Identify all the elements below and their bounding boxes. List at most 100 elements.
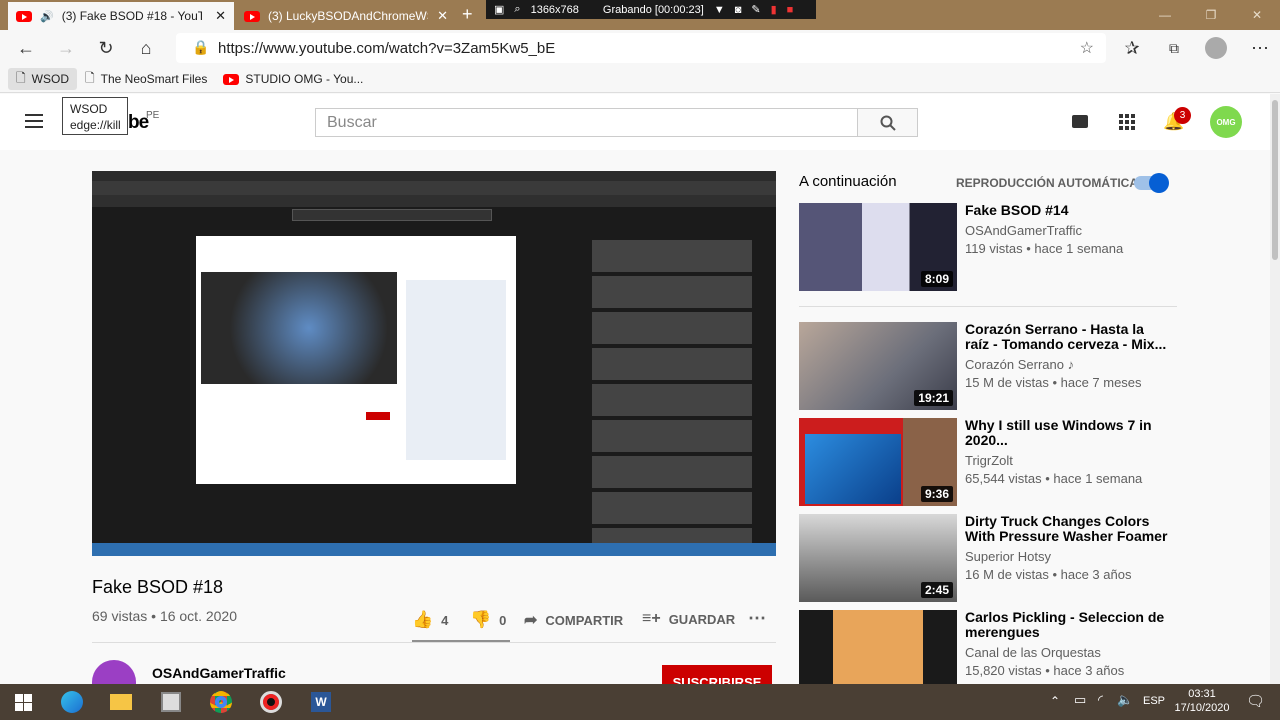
search-placeholder: Buscar	[327, 114, 377, 131]
video-thumbnail[interactable]: 9:36	[799, 418, 957, 506]
bookmark-neosmart[interactable]: 🗋 The NeoSmart Files	[77, 68, 215, 90]
zoom-icon[interactable]: ⌕	[514, 3, 520, 16]
new-tab-icon[interactable]: +	[462, 4, 473, 25]
tooltip: WSOD edge://kill	[62, 97, 128, 135]
bookmark-studio-omg[interactable]: STUDIO OMG - You...	[215, 68, 371, 90]
apps-grid-icon[interactable]	[1119, 114, 1135, 130]
share-icon: ➦	[524, 612, 538, 629]
video-item-meta: 16 M de vistas • hace 3 años	[965, 567, 1132, 582]
favorite-star-icon[interactable]: ☆	[1080, 38, 1094, 58]
save-button[interactable]: ≡+ GUARDAR	[642, 610, 735, 628]
store-icon[interactable]	[148, 684, 194, 720]
word-icon[interactable]: W	[298, 684, 344, 720]
collections-icon[interactable]: ⧉	[1154, 30, 1194, 66]
video-frame-bookmarks	[92, 195, 776, 207]
search-icon	[880, 115, 896, 131]
favorites-icon[interactable]: ✰	[1112, 30, 1152, 66]
volume-icon[interactable]: 🔈	[1117, 692, 1133, 708]
tab-active[interactable]: 🔊 (3) Fake BSOD #18 - YouTube ✕	[8, 2, 234, 30]
video-thumbnail[interactable]: 8:09	[799, 203, 957, 291]
monitor-icon[interactable]: ▣	[494, 3, 504, 16]
language-indicator[interactable]: ESP	[1143, 695, 1165, 707]
scrollbar[interactable]	[1270, 94, 1280, 684]
video-frame-addr	[92, 181, 776, 195]
list-item-text[interactable]: Carlos Pickling - Seleccion de merengues…	[965, 610, 1170, 679]
create-video-icon[interactable]	[1072, 115, 1088, 128]
video-frame-inner-video	[201, 272, 397, 384]
list-item-text[interactable]: Why I still use Windows 7 in 2020... Tri…	[965, 418, 1170, 487]
list-item[interactable]: 19:21	[799, 322, 957, 410]
divider	[92, 642, 776, 643]
forward-icon[interactable]: →	[46, 30, 86, 66]
list-item-text[interactable]: Dirty Truck Changes Colors With Pressure…	[965, 514, 1170, 583]
page-icon: 🗋	[16, 70, 26, 85]
list-item-text[interactable]: Fake BSOD #14 OSAndGamerTraffic 119 vist…	[965, 203, 1170, 257]
stop-icon[interactable]: ■	[787, 4, 794, 16]
action-center-icon[interactable]: 🗨	[1246, 692, 1265, 710]
recorder-app-icon[interactable]	[248, 684, 294, 720]
pen-icon[interactable]: ✎	[751, 3, 760, 16]
home-icon[interactable]: ⌂	[126, 30, 166, 66]
menu-dots-icon[interactable]: ⋯	[1240, 30, 1280, 66]
video-thumbnail[interactable]: 2:45	[799, 514, 957, 602]
refresh-icon[interactable]: ↻	[86, 30, 126, 66]
video-player[interactable]	[92, 171, 776, 556]
search-button[interactable]	[857, 108, 918, 137]
tab-inactive[interactable]: (3) LuckyBSODAndChromeWSOD ✕	[236, 2, 456, 30]
address-bar[interactable]: 🔒 https://www.youtube.com/watch?v=3Zam5K…	[176, 33, 1106, 63]
video-item-meta: 119 vistas • hace 1 semana	[965, 241, 1124, 256]
start-windows-icon[interactable]	[0, 684, 46, 720]
autoplay-toggle[interactable]	[1134, 173, 1169, 193]
bookmark-label: STUDIO OMG - You...	[245, 72, 364, 86]
search-input[interactable]: Buscar	[315, 108, 858, 137]
video-item-channel: Superior Hotsy	[965, 549, 1051, 564]
chrome-icon[interactable]	[198, 684, 244, 720]
profile-avatar[interactable]	[1205, 37, 1227, 59]
edge-icon[interactable]	[49, 684, 95, 720]
channel-avatar[interactable]: OMG	[1210, 106, 1242, 138]
bookmark-wsod[interactable]: 🗋 WSOD	[8, 68, 77, 90]
up-next-heading: A continuación	[799, 173, 897, 190]
more-actions-icon[interactable]: ⋯	[748, 608, 766, 629]
camera-icon[interactable]: ◙	[735, 4, 742, 16]
autoplay-label: REPRODUCCIÓN AUTOMÁTICA	[956, 176, 1138, 190]
lock-icon[interactable]: 🔒	[192, 39, 209, 56]
tab-title: (3) Fake BSOD #18 - YouTube	[61, 9, 202, 23]
list-item-text[interactable]: Corazón Serrano - Hasta la raíz - Tomand…	[965, 321, 1170, 391]
dropdown-icon[interactable]: ▼	[714, 4, 725, 16]
hamburger-menu-icon[interactable]	[25, 114, 43, 128]
close-window-icon[interactable]: ✕	[1234, 0, 1280, 30]
file-explorer-icon[interactable]	[98, 684, 144, 720]
dislike-button[interactable]: 👎 0	[470, 610, 506, 630]
close-tab-icon[interactable]: ✕	[215, 8, 226, 24]
video-item-meta: 15,820 vistas • hace 3 años	[965, 663, 1125, 678]
back-icon[interactable]: ←	[6, 30, 46, 66]
video-thumbnail[interactable]	[799, 610, 957, 684]
video-frame-window	[196, 236, 516, 484]
show-hidden-icons-icon[interactable]: ⌃	[1050, 694, 1060, 708]
list-item[interactable]: 9:36	[799, 418, 957, 506]
list-item[interactable]	[799, 610, 957, 684]
channel-name[interactable]: OSAndGamerTraffic	[152, 665, 286, 681]
list-item[interactable]: 2:45	[799, 514, 957, 602]
video-thumbnail[interactable]: 19:21	[799, 322, 957, 410]
share-button[interactable]: ➦ COMPARTIR	[524, 610, 623, 630]
like-button[interactable]: 👍 4	[412, 610, 448, 630]
thumbs-down-icon: 👎	[470, 610, 492, 629]
close-tab-icon[interactable]: ✕	[437, 8, 448, 24]
region-code: PE	[146, 110, 160, 121]
pause-icon[interactable]: ▮	[771, 3, 777, 16]
recorder-bar: ▣ ⌕ 1366x768 Grabando [00:00:23] ▼ ◙ ✎ ▮…	[486, 0, 816, 19]
video-item-title: Corazón Serrano - Hasta la raíz - Tomand…	[965, 321, 1167, 352]
network-icon[interactable]: ▭	[1074, 692, 1086, 708]
url-text: https://www.youtube.com/watch?v=3Zam5Kw5…	[218, 39, 556, 57]
clock[interactable]: 03:31 17/10/2020	[1170, 687, 1234, 715]
wifi-icon[interactable]: ◜	[1098, 692, 1103, 708]
list-item[interactable]: 8:09	[799, 203, 957, 291]
video-stats: 69 vistas • 16 oct. 2020	[92, 608, 237, 624]
speaker-icon[interactable]: 🔊	[40, 10, 54, 23]
maximize-icon[interactable]: ❐	[1188, 0, 1234, 30]
youtube-icon	[223, 73, 240, 85]
clock-time: 03:31	[1188, 688, 1216, 700]
minimize-icon[interactable]: —	[1142, 0, 1188, 30]
